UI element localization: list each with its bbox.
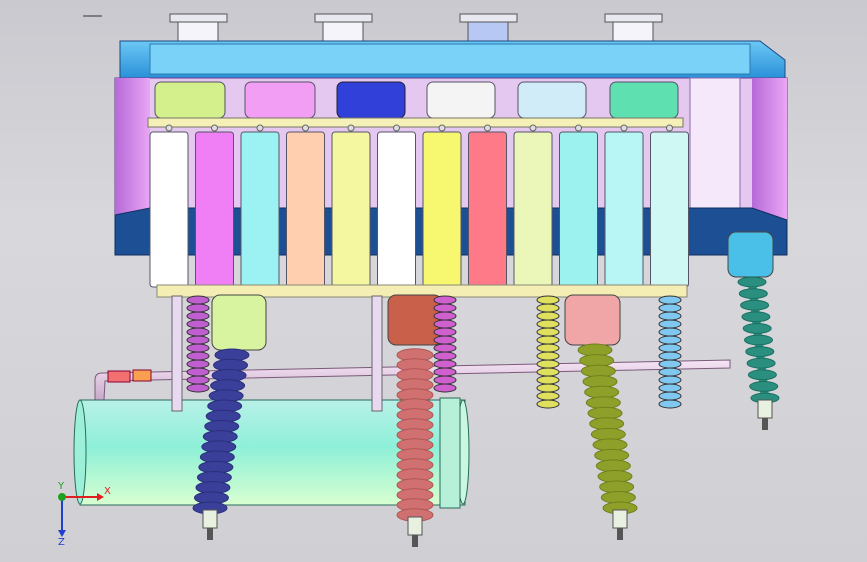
bushing-shed xyxy=(741,311,771,323)
bushing-stud xyxy=(762,418,768,430)
cell-panel xyxy=(468,131,507,288)
cell-panel xyxy=(604,131,644,288)
bushing-center-red xyxy=(396,348,434,547)
cell-bolt xyxy=(302,124,309,132)
bushing-shed xyxy=(749,381,779,392)
cell-panel xyxy=(513,131,553,288)
top-terminals xyxy=(169,13,663,43)
y-axis-label: Y xyxy=(57,481,65,492)
cell-bolt xyxy=(575,124,582,132)
bushing-shed xyxy=(737,276,767,288)
cell-bolt xyxy=(438,124,446,132)
cover-top-panel xyxy=(149,43,751,75)
cell-bolt xyxy=(256,124,264,132)
coil-stack xyxy=(536,295,560,409)
terminal-cap xyxy=(459,13,518,43)
bushing-shed xyxy=(745,346,775,358)
terminal-cap xyxy=(314,13,373,43)
cell-bolt xyxy=(484,124,491,132)
cell-panel xyxy=(195,131,234,288)
x-axis-label: X xyxy=(104,486,111,497)
bushing-sleeve xyxy=(387,294,443,346)
bushing-far-right-teal xyxy=(737,276,780,430)
bushing-terminal xyxy=(202,509,218,529)
cell-bolt xyxy=(347,124,355,132)
bushing-shed xyxy=(738,288,768,300)
bushing-sleeve xyxy=(211,294,267,351)
cad-viewport[interactable]: X Y Z xyxy=(0,0,867,562)
bushing-shed xyxy=(746,357,776,369)
terminal-cap xyxy=(604,13,663,43)
bushing-stud xyxy=(207,528,213,540)
bushing-terminal xyxy=(757,399,773,419)
cad-drawing[interactable]: X Y Z xyxy=(0,0,867,562)
cell-panel xyxy=(559,131,598,288)
terminal-cap xyxy=(169,13,228,43)
cell-bolt xyxy=(620,124,628,132)
z-axis-label: Z xyxy=(58,537,65,548)
bushing-terminal xyxy=(407,516,423,536)
cell-bolt xyxy=(666,124,673,132)
bushing-stud xyxy=(412,535,418,547)
bushing-shed xyxy=(747,369,777,381)
bushing-right-olive xyxy=(577,343,638,540)
bushing-stud xyxy=(617,528,623,540)
bushing-shed xyxy=(742,323,772,334)
y-axis-dot xyxy=(58,493,66,501)
cell-panel xyxy=(377,131,416,288)
cell-panel xyxy=(422,131,462,288)
cell-panel xyxy=(331,131,371,288)
cell-panel xyxy=(240,131,280,288)
bushing-shed xyxy=(740,299,770,311)
cell-panel xyxy=(149,131,189,288)
coil-stack xyxy=(186,295,210,393)
bushing-terminal xyxy=(612,509,628,529)
cell-bolt xyxy=(393,124,400,132)
bushing-shed xyxy=(744,334,773,346)
inner-panel xyxy=(689,77,741,219)
cell-bolt xyxy=(529,124,537,132)
bushing-sleeve xyxy=(564,294,621,346)
coil-stack xyxy=(658,295,682,409)
cell-bolt xyxy=(211,124,218,132)
side-panel-right xyxy=(752,78,787,228)
cell-bolt xyxy=(165,124,173,132)
cell-panel xyxy=(650,131,689,288)
cell-panel xyxy=(286,131,325,288)
bushing-sleeve xyxy=(727,231,774,278)
side-panel-left xyxy=(115,78,150,228)
